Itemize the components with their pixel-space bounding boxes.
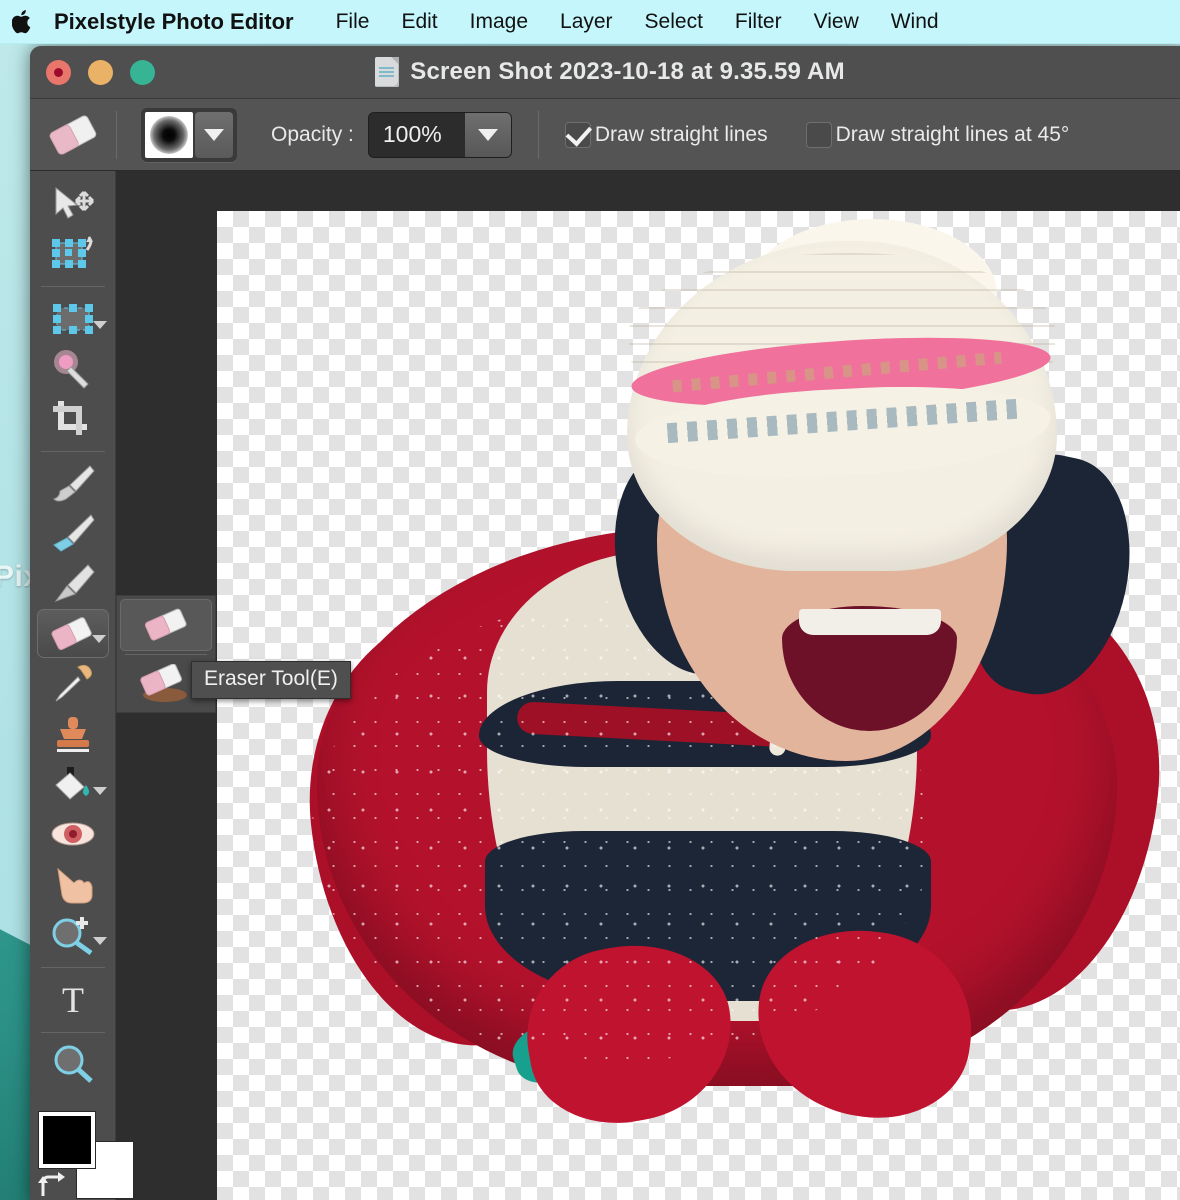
zoom-tool[interactable]: [37, 910, 109, 959]
crop-tool[interactable]: [37, 394, 109, 443]
menu-item-edit[interactable]: Edit: [385, 0, 453, 44]
menu-item-file[interactable]: File: [320, 0, 386, 44]
foreground-color-swatch[interactable]: [38, 1111, 95, 1168]
draw-straight-lines-45-checkbox[interactable]: Draw straight lines at 45°: [805, 121, 1070, 148]
red-eye-tool[interactable]: [37, 810, 109, 859]
divider: [40, 966, 105, 968]
divider: [40, 451, 105, 453]
menu-item-view[interactable]: View: [798, 0, 875, 44]
clone-stamp-tool[interactable]: [37, 709, 109, 758]
chevron-down-icon[interactable]: [92, 936, 107, 945]
smudge-tool[interactable]: [37, 509, 109, 558]
chevron-down-icon[interactable]: [464, 112, 511, 157]
magic-wand-tool[interactable]: [37, 344, 109, 393]
chevron-down-icon[interactable]: [195, 111, 233, 158]
document-icon: [375, 57, 400, 87]
opacity-value: 100%: [382, 121, 442, 147]
window-title-group: Screen Shot 2023-10-18 at 9.35.59 AM: [30, 57, 1180, 87]
tool-options-bar: Opacity : 100% Draw straight lines Draw …: [30, 99, 1180, 171]
hand-tool[interactable]: [37, 860, 109, 909]
minimize-button[interactable]: [88, 59, 113, 85]
canvas-area[interactable]: Eraser Tool(E): [116, 171, 1180, 1200]
app-window: Screen Shot 2023-10-18 at 9.35.59 AM Opa…: [30, 46, 1180, 1200]
menu-item-filter[interactable]: Filter: [719, 0, 798, 44]
checkbox-box[interactable]: [805, 121, 832, 148]
svg-text:T: T: [62, 980, 84, 1019]
window-controls: [30, 59, 155, 85]
menu-item-window[interactable]: Wind: [875, 0, 955, 44]
divider: [537, 110, 539, 159]
pencil-tool[interactable]: [37, 559, 109, 608]
divider: [40, 286, 105, 288]
move-tool[interactable]: [37, 179, 109, 228]
checkbox-label: Draw straight lines: [594, 122, 768, 146]
tooltip: Eraser Tool(E): [191, 661, 351, 699]
eraser-icon: [30, 113, 116, 157]
menu-app-name[interactable]: Pixelstyle Photo Editor: [40, 0, 320, 44]
checkbox-label: Draw straight lines at 45°: [835, 122, 1070, 146]
apple-logo-icon[interactable]: [6, 5, 40, 39]
swap-colors-icon[interactable]: [37, 1170, 71, 1200]
marquee-select-tool[interactable]: [37, 294, 109, 343]
brush-tool[interactable]: [37, 459, 109, 508]
divider: [40, 1031, 105, 1033]
text-tool[interactable]: T: [37, 975, 109, 1024]
color-swatches: [35, 1108, 133, 1200]
window-title: Screen Shot 2023-10-18 at 9.35.59 AM: [410, 58, 845, 85]
zoom-button[interactable]: [130, 59, 155, 85]
opacity-input[interactable]: 100%: [367, 111, 512, 158]
opacity-label: Opacity :: [271, 122, 354, 146]
title-bar[interactable]: Screen Shot 2023-10-18 at 9.35.59 AM: [30, 46, 1180, 99]
brush-preset-picker[interactable]: [141, 107, 237, 162]
menu-bar: Pixelstyle Photo Editor File Edit Image …: [0, 0, 1180, 44]
window-body: T Eraser Tool(E): [30, 171, 1180, 1200]
eyedropper-tool[interactable]: [37, 659, 109, 708]
paint-bucket-tool[interactable]: [37, 760, 109, 809]
menu-item-image[interactable]: Image: [454, 0, 544, 44]
screen: Pix Pixelstyle Photo Editor File Edit Im…: [0, 0, 1180, 1200]
draw-straight-lines-checkbox[interactable]: Draw straight lines: [564, 121, 768, 148]
soft-round-brush-preview: [145, 111, 193, 158]
close-button[interactable]: [46, 59, 71, 85]
eraser-variant-basic[interactable]: [120, 599, 212, 651]
menu-item-select[interactable]: Select: [629, 0, 719, 44]
chevron-down-icon[interactable]: [91, 635, 106, 644]
layer-image: [217, 211, 1180, 1196]
chevron-down-icon[interactable]: [92, 786, 107, 795]
chevron-down-icon[interactable]: [92, 321, 107, 330]
menu-item-layer[interactable]: Layer: [544, 0, 629, 44]
transparency-checkerboard[interactable]: [217, 211, 1180, 1200]
tool-palette: T: [30, 171, 133, 1200]
checkbox-box[interactable]: [564, 121, 591, 148]
search-tool[interactable]: [37, 1040, 109, 1089]
eraser-tool[interactable]: [36, 609, 109, 659]
transform-tool[interactable]: [37, 229, 109, 278]
divider: [116, 110, 117, 159]
